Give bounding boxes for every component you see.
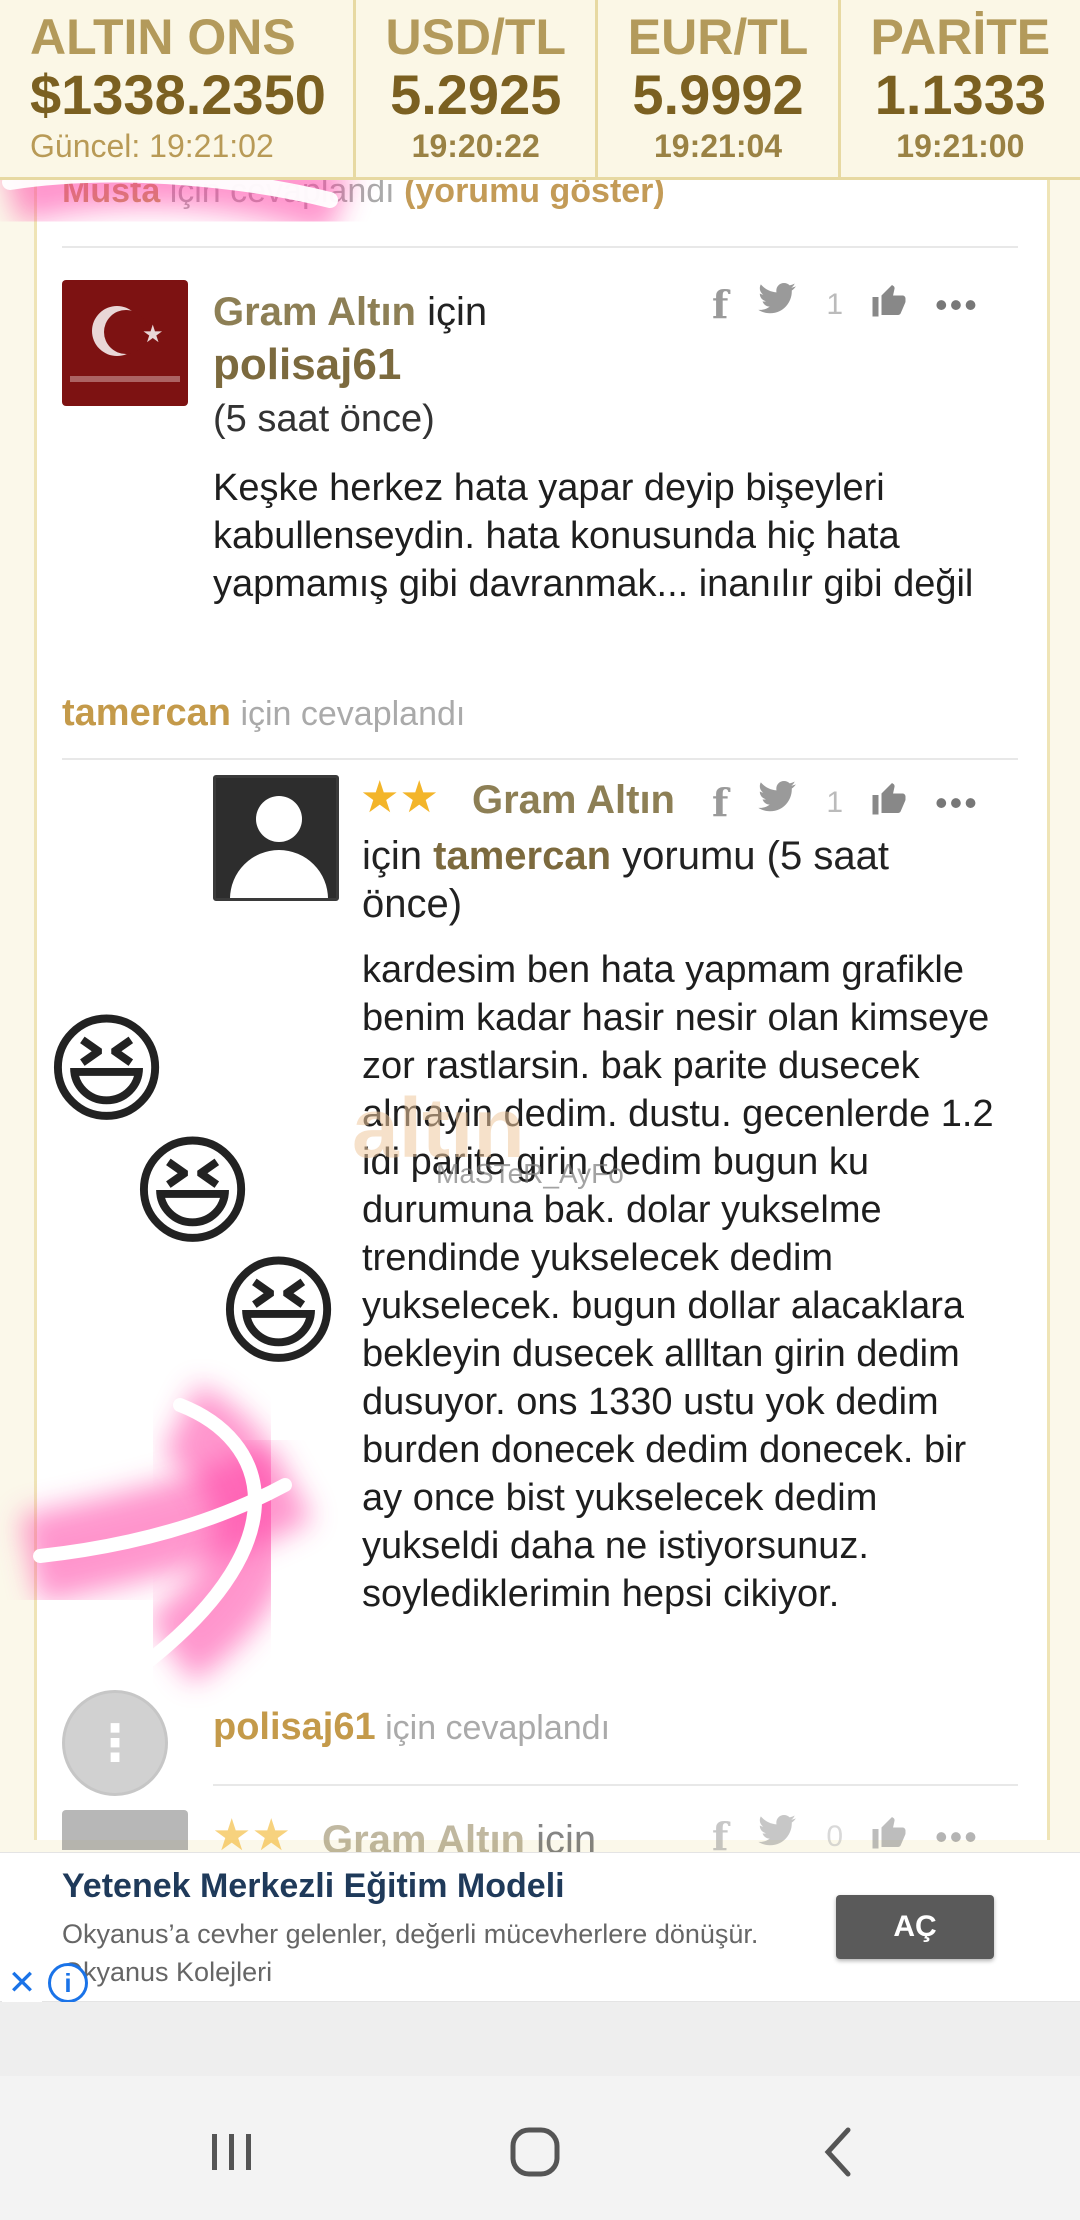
ticker-value: $1338.2350 bbox=[30, 63, 326, 126]
ticker-usd-tl[interactable]: USD/TL 5.2925 19:20:22 bbox=[356, 0, 599, 177]
ticker-label: USD/TL bbox=[385, 9, 566, 65]
ticker-eur-tl[interactable]: EUR/TL 5.9992 19:21:04 bbox=[598, 0, 841, 177]
ad-banner[interactable]: Yetenek Merkezli Eğitim Modeli Okyanus’a… bbox=[0, 1852, 1080, 2003]
ticker-label: PARİTE bbox=[870, 9, 1051, 65]
recent-apps-button[interactable] bbox=[192, 2112, 272, 2192]
home-icon bbox=[510, 2127, 560, 2177]
ticker-parite[interactable]: PARİTE 1.1333 19:21:00 bbox=[841, 0, 1080, 177]
system-navigation-bar bbox=[0, 2076, 1080, 2220]
home-button[interactable] bbox=[495, 2112, 575, 2192]
price-ticker: ALTIN ONS $1338.2350 Güncel: 19:21:02 US… bbox=[0, 0, 1080, 180]
close-icon[interactable]: ✕ bbox=[2, 1963, 42, 2003]
ticker-value: 1.1333 bbox=[874, 63, 1046, 126]
ticker-time: 19:20:22 bbox=[411, 128, 540, 164]
recent-apps-icon bbox=[212, 2134, 251, 2170]
ticker-value: 5.9992 bbox=[632, 63, 804, 126]
laughing-emoji-icon: 😆 bbox=[216, 1245, 342, 1379]
ad-description: Okyanus’a cevher gelenler, değerli mücev… bbox=[62, 1919, 759, 1987]
back-button[interactable] bbox=[798, 2112, 878, 2192]
ticker-altin-ons[interactable]: ALTIN ONS $1338.2350 Güncel: 19:21:02 bbox=[0, 0, 357, 177]
info-icon[interactable]: i bbox=[48, 1963, 88, 2003]
laughing-emoji-icon: 😆 bbox=[44, 1003, 170, 1137]
more-menu-button[interactable]: ⋮ bbox=[62, 1690, 168, 1796]
laughing-emoji-icon: 😆 bbox=[130, 1125, 256, 1259]
ticker-label: EUR/TL bbox=[627, 9, 809, 65]
ticker-time: 19:21:04 bbox=[653, 128, 783, 164]
ad-title[interactable]: Yetenek Merkezli Eğitim Modeli bbox=[62, 1867, 565, 1906]
ticker-label: ALTIN ONS bbox=[30, 9, 296, 65]
ad-open-button[interactable]: AÇ bbox=[836, 1895, 994, 1959]
browser-toolbar-ghost bbox=[0, 2002, 1080, 2076]
back-icon bbox=[824, 2127, 851, 2177]
ticker-time: 19:21:00 bbox=[896, 128, 1025, 164]
ticker-value: 5.2925 bbox=[390, 63, 562, 126]
ticker-time: Güncel: 19:21:02 bbox=[30, 128, 274, 164]
